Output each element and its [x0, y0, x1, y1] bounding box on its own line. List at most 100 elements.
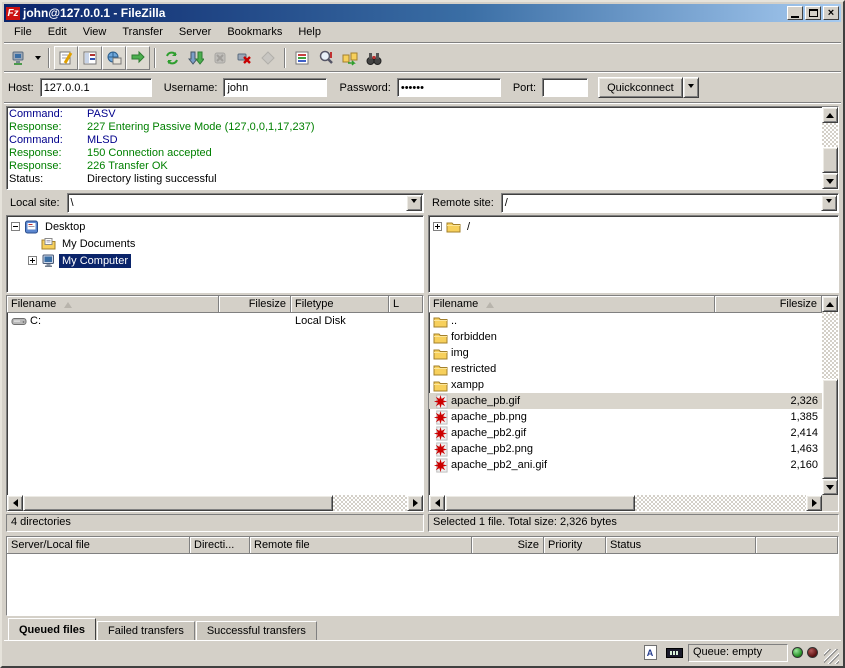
list-item[interactable]: img: [429, 345, 822, 361]
expand-icon[interactable]: [433, 222, 442, 231]
list-item[interactable]: apache_pb.png1,385: [429, 409, 822, 425]
local-site-combo[interactable]: \: [67, 193, 424, 213]
list-item[interactable]: C:Local Disk: [7, 313, 423, 329]
tree-item-my-computer[interactable]: My Computer: [7, 252, 423, 269]
site-manager-button[interactable]: [6, 46, 30, 70]
refresh-button[interactable]: [160, 46, 184, 70]
scroll-right-button[interactable]: [407, 495, 423, 511]
remote-vscrollbar[interactable]: [822, 296, 838, 495]
local-tree-icon: [82, 50, 98, 66]
local-site-value: \: [68, 197, 405, 209]
tab-failed-transfers[interactable]: Failed transfers: [97, 621, 195, 640]
local-hscrollbar[interactable]: [7, 495, 423, 511]
find-files-button[interactable]: [362, 46, 386, 70]
list-item[interactable]: restricted: [429, 361, 822, 377]
scrollbar-thumb[interactable]: [822, 147, 838, 173]
scroll-down-button[interactable]: [822, 173, 838, 189]
directory-comparison-button[interactable]: [314, 46, 338, 70]
column-header-directi-[interactable]: Directi...: [190, 537, 250, 554]
menu-item-server[interactable]: Server: [171, 23, 219, 41]
toggle-log-button[interactable]: [54, 46, 78, 70]
menu-item-edit[interactable]: Edit: [40, 23, 75, 41]
speed-limit-indicator[interactable]: [664, 644, 684, 662]
port-input[interactable]: [542, 78, 588, 97]
menu-item-help[interactable]: Help: [290, 23, 329, 41]
list-item[interactable]: apache_pb.gif2,326: [429, 393, 822, 409]
column-header-filename[interactable]: Filename: [429, 296, 715, 313]
documents-icon: [41, 237, 56, 250]
minimize-button[interactable]: [787, 6, 803, 20]
column-header-filesize[interactable]: Filesize: [715, 296, 822, 313]
scroll-left-button[interactable]: [429, 495, 445, 511]
drive-icon: [11, 315, 27, 327]
log-line-text: 226 Transfer OK: [87, 160, 168, 173]
column-header-filetype[interactable]: Filetype: [291, 296, 389, 313]
scrollbar-thumb[interactable]: [23, 495, 333, 511]
list-item[interactable]: apache_pb2.gif2,414: [429, 425, 822, 441]
scroll-down-button[interactable]: [822, 479, 838, 495]
menu-item-view[interactable]: View: [75, 23, 115, 41]
password-input[interactable]: [397, 78, 501, 97]
tab-successful-transfers[interactable]: Successful transfers: [196, 621, 317, 640]
column-header-server-local-file[interactable]: Server/Local file: [7, 537, 190, 554]
tree-item-my-documents[interactable]: My Documents: [7, 235, 423, 252]
filename-cell: apache_pb2.gif: [429, 426, 715, 441]
log-line: Response:226 Transfer OK: [9, 160, 820, 173]
column-header-priority[interactable]: Priority: [544, 537, 606, 554]
menu-item-transfer[interactable]: Transfer: [114, 23, 171, 41]
list-item[interactable]: forbidden: [429, 329, 822, 345]
scroll-right-button[interactable]: [806, 495, 822, 511]
scroll-left-button[interactable]: [7, 495, 23, 511]
disconnect-button[interactable]: [232, 46, 256, 70]
close-button[interactable]: ×: [823, 6, 839, 20]
column-header-remote-file[interactable]: Remote file: [250, 537, 472, 554]
remote-site-combo[interactable]: /: [501, 193, 839, 213]
scrollbar-thumb[interactable]: [445, 495, 635, 511]
scroll-up-button[interactable]: [822, 107, 838, 123]
collapse-icon[interactable]: [11, 222, 20, 231]
toggle-remote-tree-button[interactable]: [102, 46, 126, 70]
toggle-queue-button[interactable]: [126, 46, 150, 70]
column-header-label: Filetype: [295, 298, 334, 310]
remote-hscrollbar[interactable]: [429, 495, 822, 511]
cancel-operation-button[interactable]: [208, 46, 232, 70]
filename-cell: apache_pb2_ani.gif: [429, 458, 715, 473]
menu-item-bookmarks[interactable]: Bookmarks: [219, 23, 290, 41]
column-header-label: L: [393, 298, 399, 310]
resize-grip[interactable]: [824, 649, 839, 664]
quickconnect-button[interactable]: Quickconnect: [598, 77, 683, 98]
site-manager-dropdown[interactable]: [30, 46, 44, 70]
username-input[interactable]: [223, 78, 327, 97]
maximize-button[interactable]: [805, 6, 821, 20]
column-header-filesize[interactable]: Filesize: [219, 296, 291, 313]
column-header-status[interactable]: Status: [606, 537, 756, 554]
tree-item--[interactable]: /: [429, 218, 838, 235]
quickconnect-dropdown[interactable]: [683, 77, 699, 98]
toggle-local-tree-button[interactable]: [78, 46, 102, 70]
column-header-filename[interactable]: Filename: [7, 296, 219, 313]
scrollbar-thumb[interactable]: [822, 379, 838, 479]
list-item[interactable]: apache_pb2_ani.gif2,160: [429, 457, 822, 473]
host-input[interactable]: [40, 78, 152, 97]
menu-item-file[interactable]: File: [6, 23, 40, 41]
synchronized-browsing-button[interactable]: [338, 46, 362, 70]
process-queue-button[interactable]: [184, 46, 208, 70]
log-scrollbar[interactable]: [822, 107, 838, 189]
list-item[interactable]: xampp: [429, 377, 822, 393]
column-header-l[interactable]: L: [389, 296, 423, 313]
combo-dropdown-button[interactable]: [821, 195, 837, 211]
list-item[interactable]: apache_pb2.png1,463: [429, 441, 822, 457]
transfer-type-indicator[interactable]: A: [640, 644, 660, 662]
column-header-blank[interactable]: [756, 537, 838, 554]
tree-item-desktop[interactable]: Desktop: [7, 218, 423, 235]
combo-dropdown-button[interactable]: [406, 195, 422, 211]
abort-button[interactable]: [256, 46, 280, 70]
filter-button[interactable]: [290, 46, 314, 70]
tab-queued-files[interactable]: Queued files: [8, 618, 96, 640]
list-item[interactable]: ..: [429, 313, 822, 329]
column-header-label: Status: [610, 539, 641, 551]
local-directory-tree: DesktopMy DocumentsMy Computer: [6, 215, 424, 293]
expand-icon[interactable]: [28, 256, 37, 265]
scroll-up-button[interactable]: [822, 296, 838, 312]
column-header-size[interactable]: Size: [472, 537, 544, 554]
